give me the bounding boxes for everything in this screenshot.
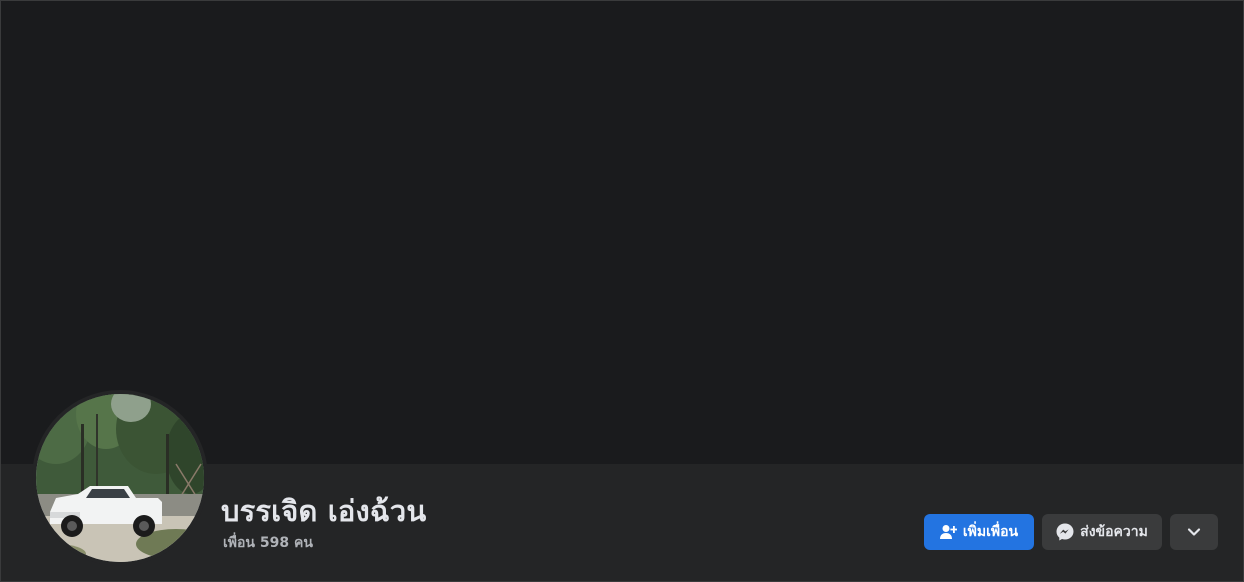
profile-page: บรรเจิด เอ่งฉ้วน เพื่อน 598 คน เพิ่มเพื่…	[0, 0, 1244, 582]
send-message-button[interactable]: ส่งข้อความ	[1042, 514, 1162, 550]
profile-name: บรรเจิด เอ่งฉ้วน	[221, 494, 427, 528]
add-friend-label: เพิ่มเพื่อน	[962, 524, 1019, 540]
avatar[interactable]	[36, 394, 204, 562]
chevron-down-icon	[1187, 527, 1201, 537]
friends-count[interactable]: เพื่อน 598 คน	[223, 532, 313, 554]
send-message-label: ส่งข้อความ	[1080, 524, 1148, 540]
messenger-icon	[1056, 523, 1074, 541]
avatar-photo	[36, 394, 204, 562]
add-friend-button[interactable]: เพิ่มเพื่อน	[924, 514, 1034, 550]
cover-photo[interactable]	[1, 1, 1243, 464]
more-options-button[interactable]	[1170, 514, 1218, 550]
add-friend-icon	[939, 524, 957, 540]
